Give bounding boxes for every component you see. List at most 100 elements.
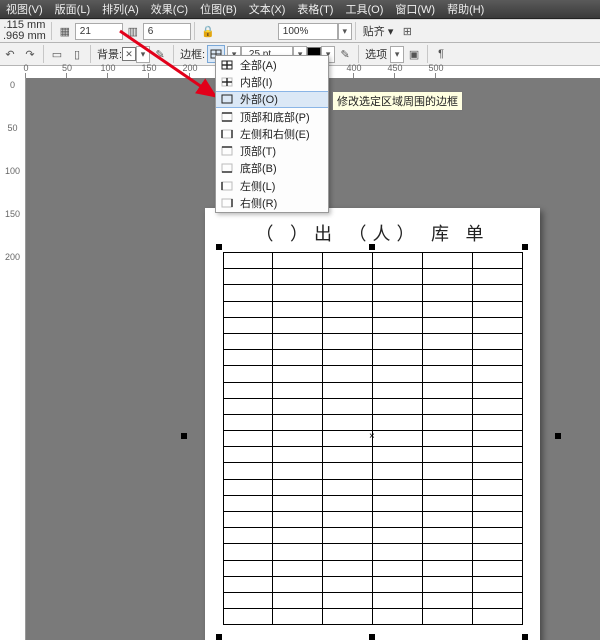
border-menu-item-border-all[interactable]: 全部(A) [216,56,328,73]
table-cell[interactable] [372,495,422,511]
table-cell[interactable] [372,253,422,269]
table-cell[interactable] [422,512,472,528]
table-cell[interactable] [472,528,522,544]
table-cell[interactable] [223,382,273,398]
table-cell[interactable] [273,609,323,625]
table-cell[interactable] [422,495,472,511]
table-cell[interactable] [372,414,422,430]
table-cell[interactable] [472,285,522,301]
table-cell[interactable] [472,576,522,592]
table-cell[interactable] [323,382,373,398]
lock-icon[interactable]: 🔒 [200,23,216,39]
selection-handle-ne[interactable] [522,244,528,250]
table-cell[interactable] [422,560,472,576]
table-cell[interactable] [472,431,522,447]
table-cell[interactable] [223,366,273,382]
table-cell[interactable] [323,350,373,366]
table-cell[interactable] [223,285,273,301]
menu-tools[interactable]: 工具(O) [339,0,389,19]
table-cell[interactable] [273,544,323,560]
options-dropdown[interactable]: ▾ [390,46,404,63]
options-label[interactable]: 选项 [362,46,390,62]
border-menu-item-border-top[interactable]: 顶部(T) [216,142,328,159]
selection-handle-se[interactable] [522,634,528,640]
table-cell[interactable] [323,592,373,608]
table-cell[interactable] [273,592,323,608]
table-cell[interactable] [472,592,522,608]
table-cell[interactable] [372,512,422,528]
table-cell[interactable] [372,333,422,349]
table-cell[interactable] [472,479,522,495]
table-cell[interactable] [273,398,323,414]
selection-handle-s[interactable] [369,634,375,640]
table-cell[interactable] [273,479,323,495]
table-cell[interactable] [223,350,273,366]
border-menu-item-border-inner[interactable]: 内部(I) [216,73,328,90]
table-cell[interactable] [372,609,422,625]
table-cell[interactable] [422,350,472,366]
selection-handle-sw[interactable] [216,634,222,640]
table-cell[interactable] [422,269,472,285]
table-cell[interactable] [223,398,273,414]
table-cell[interactable] [273,431,323,447]
table-cell[interactable] [223,317,273,333]
zoom-dropdown[interactable]: ▾ [338,23,352,40]
table-cell[interactable] [323,609,373,625]
table-cell[interactable] [422,301,472,317]
table-cell[interactable] [472,350,522,366]
pen-icon[interactable]: ✎ [337,46,353,62]
table-cell[interactable] [422,576,472,592]
table-cell[interactable] [372,398,422,414]
table-cell[interactable] [472,495,522,511]
table-cell[interactable] [472,398,522,414]
table-cell[interactable] [273,269,323,285]
table-cell[interactable] [472,447,522,463]
table-cell[interactable] [323,447,373,463]
menu-arrange[interactable]: 排列(A) [96,0,145,19]
table-cell[interactable] [372,479,422,495]
menu-view[interactable]: 视图(V) [0,0,49,19]
table-cell[interactable] [472,253,522,269]
table-cell[interactable] [422,414,472,430]
undo-icon[interactable]: ↶ [2,46,18,62]
table-cell[interactable] [422,479,472,495]
table-cell[interactable] [223,447,273,463]
border-menu-item-border-tb[interactable]: 顶部和底部(P) [216,108,328,125]
table-cell[interactable] [323,479,373,495]
zoom-input[interactable]: 100% [278,23,338,40]
table-cell[interactable] [372,366,422,382]
table-cell[interactable] [223,333,273,349]
cols-input[interactable]: 6 [143,23,191,40]
table-cell[interactable] [372,544,422,560]
table-cell[interactable] [472,609,522,625]
table-cell[interactable] [422,592,472,608]
menu-table[interactable]: 表格(T) [291,0,339,19]
fill-edit-icon[interactable]: ✎ [152,46,168,62]
table-cell[interactable] [323,366,373,382]
table-cell[interactable] [422,382,472,398]
table-cell[interactable] [223,609,273,625]
table-cell[interactable] [372,382,422,398]
table-cell[interactable] [223,414,273,430]
table-cell[interactable] [323,544,373,560]
table-cell[interactable] [323,301,373,317]
table-cell[interactable] [323,576,373,592]
table-cell[interactable] [422,398,472,414]
table-cell[interactable] [273,447,323,463]
table-cell[interactable] [223,576,273,592]
table-cell[interactable] [472,512,522,528]
table-cell[interactable] [422,447,472,463]
table-cell[interactable] [422,285,472,301]
table-cell[interactable] [273,463,323,479]
table-cell[interactable] [422,609,472,625]
table-cell[interactable] [223,592,273,608]
table-cell[interactable] [323,512,373,528]
table-cell[interactable] [372,463,422,479]
table-cell[interactable] [273,253,323,269]
table-cell[interactable] [472,382,522,398]
table-cell[interactable] [273,317,323,333]
menu-help[interactable]: 帮助(H) [441,0,490,19]
table-cell[interactable] [223,512,273,528]
table-cell[interactable] [323,414,373,430]
table-cell[interactable] [323,333,373,349]
